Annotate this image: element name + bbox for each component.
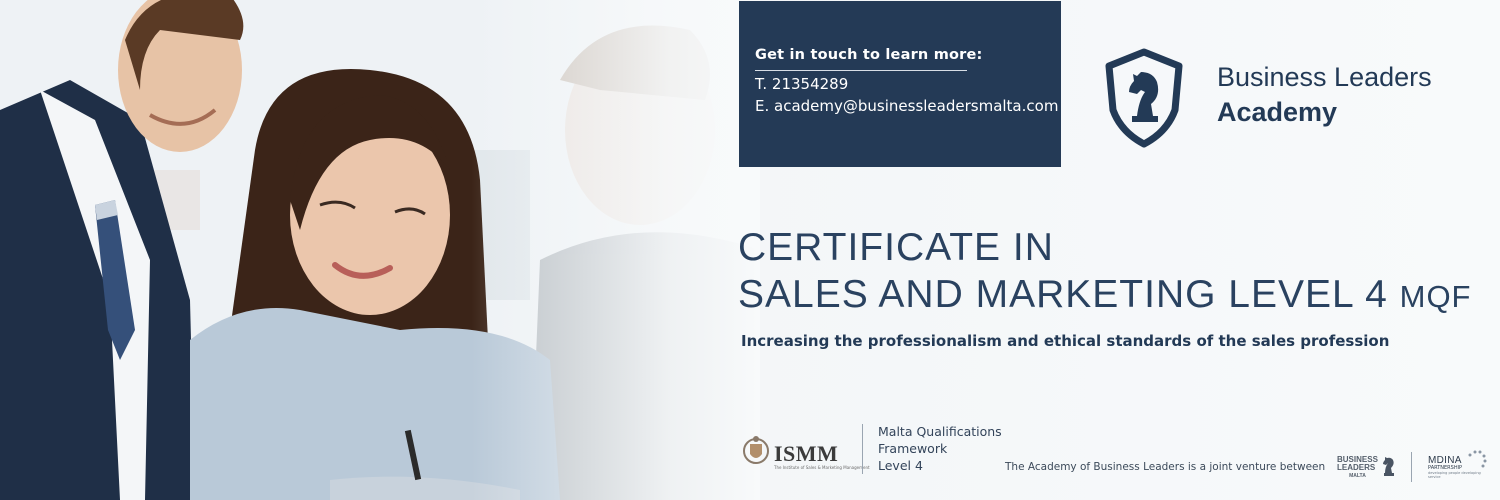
course-title-line-2: SALES AND MARKETING LEVEL 4 MQF: [738, 270, 1488, 322]
contact-heading: Get in touch to learn more:: [755, 47, 982, 71]
course-title-main: SALES AND MARKETING LEVEL 4: [738, 273, 1400, 316]
mdina-line-3: developing people developing service: [1428, 471, 1481, 479]
ismm-name: ISMM: [774, 441, 839, 466]
hero-photo: [0, 0, 760, 500]
divider: [862, 424, 863, 474]
academy-logo[interactable]: Business Leaders Academy: [1103, 48, 1483, 148]
contact-email[interactable]: E. academy@businessleadersmalta.com: [755, 97, 1058, 115]
knight-mini-icon: [1383, 457, 1394, 476]
mqf-line-1: Malta Qualifications: [878, 424, 1002, 439]
photo-fade: [0, 0, 760, 500]
knight-shield-icon: [1105, 48, 1183, 148]
course-title: CERTIFICATE IN SALES AND MARKETING LEVEL…: [738, 226, 1488, 322]
course-subtitle: Increasing the professionalism and ethic…: [741, 332, 1390, 350]
ismm-logo: ISMM The Institute of Sales & Marketing …: [741, 434, 870, 472]
bl-line-2: LEADERS: [1337, 463, 1376, 472]
contact-box: Get in touch to learn more: T. 21354289 …: [739, 1, 1061, 167]
logo-line-1: Business Leaders: [1217, 62, 1432, 92]
mqf-line-2: Framework: [878, 441, 948, 456]
logo-line-2: Academy: [1217, 97, 1338, 127]
joint-venture-text: The Academy of Business Leaders is a joi…: [1005, 461, 1326, 473]
mdina-partnership-logo: MDINA PARTNERSHIP developing people deve…: [1428, 450, 1488, 481]
ismm-tagline: The Institute of Sales & Marketing Manag…: [774, 465, 870, 470]
course-title-mqf: MQF: [1399, 279, 1472, 314]
business-leaders-malta-logo: BUSINESS LEADERS MALTA: [1337, 454, 1397, 482]
contact-phone[interactable]: T. 21354289: [755, 75, 1045, 93]
bl-line-3: MALTA: [1349, 473, 1366, 479]
mqf-line-3: Level 4: [878, 458, 923, 473]
mdina-dots-icon: [1468, 450, 1487, 468]
partner-divider: [1411, 452, 1412, 482]
ismm-crest-icon: [743, 436, 769, 464]
mqf-info: Malta Qualifications Framework Level 4: [878, 423, 1002, 474]
course-title-line-1: CERTIFICATE IN: [738, 226, 1054, 269]
